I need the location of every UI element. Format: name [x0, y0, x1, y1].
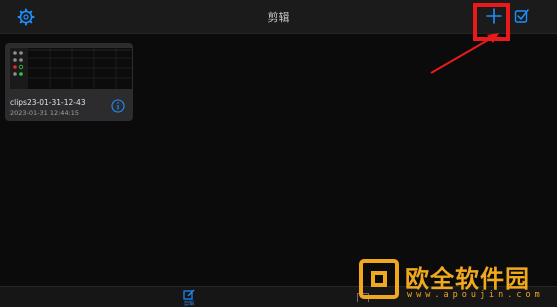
checkbox-edit-icon[interactable] [514, 8, 530, 24]
watermark-name: 欧全软件园 [405, 265, 530, 293]
watermark-url: www.apoujin.com [407, 290, 544, 300]
watermark: 欧全软件园 www.apoujin.com [359, 257, 557, 306]
clip-card[interactable]: clips23-01-31-12-43 2023-01-31 12:44:15 [5, 43, 133, 121]
gear-icon[interactable] [17, 8, 35, 26]
clip-name: clips23-01-31-12-43 [10, 98, 86, 107]
annotation-arrow [430, 33, 499, 74]
info-icon[interactable] [111, 99, 125, 113]
watermark-logo-icon [359, 259, 399, 299]
clip-datetime: 2023-01-31 12:44:15 [10, 109, 80, 117]
tab-edit[interactable]: 剪辑 [177, 289, 201, 307]
clip-thumbnail [10, 48, 132, 89]
